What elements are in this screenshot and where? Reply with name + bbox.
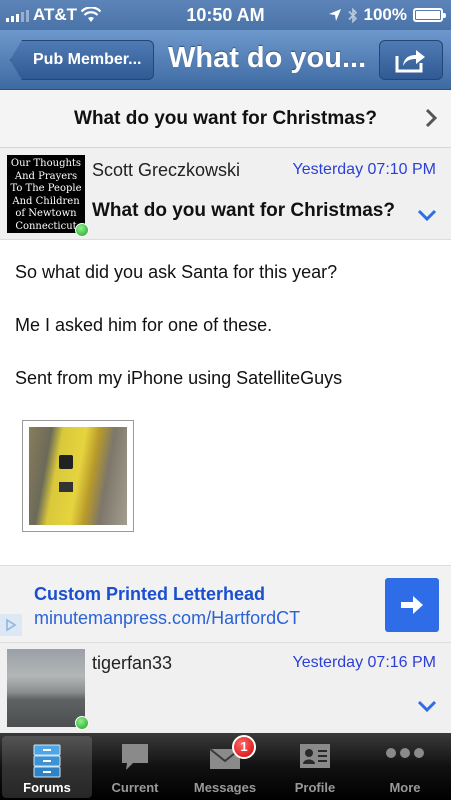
tab-messages[interactable]: 1 Messages	[180, 733, 270, 800]
post-timestamp: Yesterday 07:10 PM	[292, 161, 437, 178]
online-status-icon	[75, 223, 89, 237]
status-bar: AT&T 10:50 AM 100%	[0, 0, 451, 30]
tab-more[interactable]: More	[360, 733, 450, 800]
post-header: Our Thoughts And Prayers To The People A…	[0, 148, 451, 240]
post-text-line: Me I asked him for one of these.	[15, 315, 273, 335]
online-status-icon	[75, 716, 89, 730]
battery-percent: 100%	[363, 5, 407, 24]
post-header: tigerfan33 Yesterday 07:16 PM	[0, 643, 451, 733]
tab-profile[interactable]: Profile	[270, 733, 360, 800]
tab-label: Profile	[294, 780, 336, 795]
chevron-right-icon	[425, 108, 437, 128]
ad-url[interactable]: minutemanpress.com/HartfordCT	[34, 608, 300, 629]
post-title: What do you want for Christmas?	[92, 200, 395, 221]
post-username[interactable]: Scott Greczkowski	[92, 160, 240, 181]
bluetooth-icon	[347, 7, 357, 23]
more-icon	[386, 748, 424, 758]
share-icon	[395, 50, 425, 73]
attachment-image	[29, 427, 127, 525]
post-text-line: Sent from my iPhone using SatelliteGuys	[15, 368, 343, 388]
thread-header[interactable]: What do you want for Christmas?	[0, 90, 451, 148]
chevron-down-icon[interactable]	[417, 208, 437, 222]
ad-choices-icon[interactable]	[0, 614, 22, 636]
tab-bar: Forums Current 1 Messages Profile More	[0, 733, 451, 800]
forums-icon	[33, 744, 61, 778]
attachment-thumbnail[interactable]	[22, 420, 134, 532]
post-body: So what did you ask Santa for this year?…	[0, 240, 451, 565]
share-button[interactable]	[379, 40, 443, 80]
battery-icon	[413, 8, 446, 22]
tab-current[interactable]: Current	[90, 733, 180, 800]
tab-forums[interactable]: Forums	[2, 736, 92, 798]
avatar[interactable]	[7, 649, 85, 727]
chevron-down-icon[interactable]	[417, 699, 437, 713]
profile-icon	[300, 744, 330, 768]
ad-banner[interactable]: Custom Printed Letterhead minutemanpress…	[0, 565, 451, 643]
navigation-bar: Pub Member... What do you...	[0, 30, 451, 90]
tab-label: Current	[111, 780, 159, 795]
post-text-line: So what did you ask Santa for this year?	[15, 262, 338, 282]
nav-title: What do you...	[168, 42, 367, 74]
ad-title[interactable]: Custom Printed Letterhead	[34, 584, 265, 605]
back-button[interactable]: Pub Member...	[10, 40, 155, 80]
post-timestamp: Yesterday 07:16 PM	[292, 654, 437, 671]
avatar-caption: Our Thoughts And Prayers To The People A…	[10, 158, 82, 232]
location-icon	[328, 9, 341, 21]
arrow-right-icon	[401, 596, 423, 614]
thread-title: What do you want for Christmas?	[74, 108, 377, 129]
tab-label: Forums	[23, 780, 71, 795]
ad-arrow-button[interactable]	[385, 578, 439, 632]
tab-label: Messages	[193, 780, 257, 795]
current-icon	[122, 744, 148, 770]
unread-badge: 1	[232, 735, 256, 759]
tab-label: More	[389, 780, 421, 795]
post-username[interactable]: tigerfan33	[92, 653, 172, 674]
avatar[interactable]: Our Thoughts And Prayers To The People A…	[7, 155, 85, 233]
